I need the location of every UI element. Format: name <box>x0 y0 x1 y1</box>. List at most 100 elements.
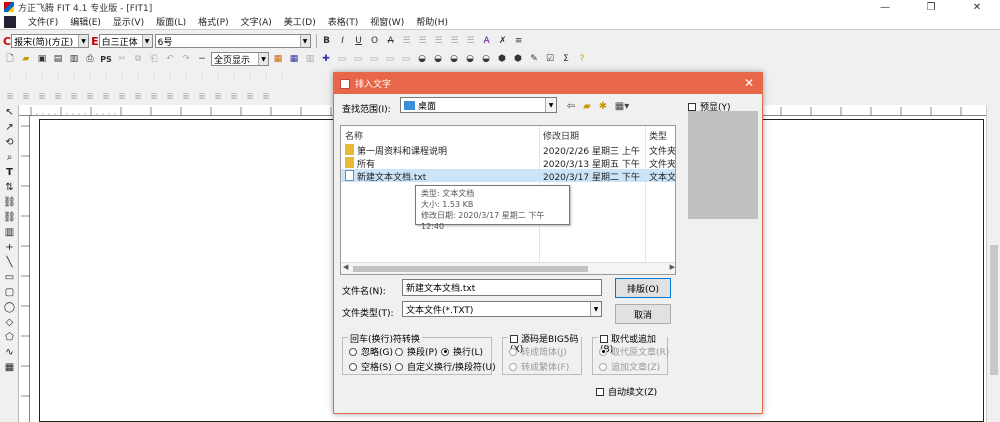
ellipse-tool-icon[interactable]: ◯ <box>0 300 19 315</box>
open-folder-icon[interactable]: ▰ <box>19 52 33 66</box>
layout-ok-button[interactable]: 排版(O) <box>615 278 671 298</box>
bezier-tool-icon[interactable]: ∿ <box>0 345 19 360</box>
redo-icon[interactable]: ↷ <box>179 52 193 66</box>
align-left-icon[interactable]: ☰ <box>400 34 414 48</box>
layout-icon-12[interactable]: ⫶ <box>179 71 193 85</box>
align-center-icon[interactable]: ☰ <box>416 34 430 48</box>
up-folder-icon[interactable]: ▰ <box>580 99 594 113</box>
layout-icon-5[interactable]: ⫶ <box>67 71 81 85</box>
frame-icon-4[interactable]: ▭ <box>383 52 397 66</box>
align-icon-14[interactable]: ≣ <box>211 90 225 104</box>
radio-to-traditional[interactable]: 转成繁体(F) <box>509 360 569 373</box>
preview-checkbox[interactable]: 预显(Y) <box>688 100 731 113</box>
layout-icon-4[interactable]: ⫶ <box>51 71 65 85</box>
radio-ignore[interactable]: 忽略(G) <box>349 345 393 358</box>
text-link-icon[interactable]: ⇅ <box>0 180 19 195</box>
radio-new-paragraph[interactable]: 换段(P) <box>395 345 437 358</box>
layout-icon-14[interactable]: ⫶ <box>211 71 225 85</box>
layout-icon-9[interactable]: ⫶ <box>131 71 145 85</box>
link-tool-icon[interactable]: ⛓ <box>0 195 19 210</box>
layout-icon-16[interactable]: ⫶ <box>243 71 257 85</box>
zoom-select[interactable]: 全页显示 ▼ <box>211 52 269 66</box>
layout-icon-17[interactable]: ⫶ <box>259 71 273 85</box>
file-row-selected[interactable]: 新建文本文档.txt 2020/3/17 星期二 下午 1... 文本文 <box>341 169 675 183</box>
auto-continue-checkbox[interactable]: 自动续文(Z) <box>596 385 657 398</box>
radio-space[interactable]: 空格(S) <box>349 360 392 373</box>
layout-icon-2[interactable]: ⫶ <box>19 71 33 85</box>
document-menu-icon[interactable] <box>4 15 16 28</box>
export-icon[interactable]: ▥ <box>67 52 81 66</box>
block-grid-icon[interactable]: ▦ <box>287 52 301 66</box>
paste-icon[interactable]: ⎗ <box>147 52 161 66</box>
check-icon[interactable]: ☑ <box>543 52 557 66</box>
link-icon-4[interactable]: ◒ <box>463 52 477 66</box>
back-arrow-icon[interactable]: ⇦ <box>564 99 578 113</box>
menu-help[interactable]: 帮助(H) <box>410 15 454 28</box>
diamond-tool-icon[interactable]: ◇ <box>0 315 19 330</box>
menu-edit[interactable]: 编辑(E) <box>64 15 107 28</box>
layout-icon-13[interactable]: ⫶ <box>195 71 209 85</box>
rotate-tool-icon[interactable]: ⟲ <box>0 135 19 150</box>
font-size-select[interactable]: 6号 ▼ <box>154 34 311 48</box>
radio-custom[interactable]: 自定义换行/换段符(U) <box>395 360 496 373</box>
align-icon-7[interactable]: ≣ <box>99 90 113 104</box>
align-icon-6[interactable]: ≣ <box>83 90 97 104</box>
horizontal-scrollbar[interactable]: ◀ ▶ <box>341 262 675 274</box>
maximize-button[interactable]: ❐ <box>908 0 954 14</box>
align-icon-17[interactable]: ≣ <box>259 90 273 104</box>
align-right-icon[interactable]: ☰ <box>432 34 446 48</box>
italic-button[interactable]: I <box>336 34 350 48</box>
scroll-right-icon[interactable]: ▶ <box>670 263 675 271</box>
layout-icon-11[interactable]: ⫶ <box>163 71 177 85</box>
link-icon-5[interactable]: ◒ <box>479 52 493 66</box>
save-icon[interactable]: ▣ <box>35 52 49 66</box>
edit-icon[interactable]: ✎ <box>527 52 541 66</box>
layout-icon-15[interactable]: ⫶ <box>227 71 241 85</box>
look-in-select[interactable]: 桌面 ▼ <box>400 97 557 113</box>
radio-replace-article[interactable]: 取代原文章(R) <box>599 345 669 358</box>
align-icon-10[interactable]: ≣ <box>147 90 161 104</box>
grid-tool-icon[interactable]: ▦ <box>0 360 19 375</box>
menu-window[interactable]: 视窗(W) <box>364 15 410 28</box>
layout-icon-10[interactable]: ⫶ <box>147 71 161 85</box>
import-icon[interactable]: ▤ <box>51 52 65 66</box>
polygon-tool-icon[interactable]: ⬠ <box>0 330 19 345</box>
menu-layout[interactable]: 版面(L) <box>150 15 192 28</box>
file-row[interactable]: 所有 2020/3/13 星期五 下午 1... 文件夹 <box>341 156 675 170</box>
frame-icon-3[interactable]: ▭ <box>367 52 381 66</box>
page-grid-icon[interactable]: ▦ <box>271 52 285 66</box>
vertical-scrollbar[interactable] <box>986 105 1000 422</box>
align-icon-11[interactable]: ≣ <box>163 90 177 104</box>
table-tool-icon[interactable]: ▥ <box>0 225 19 240</box>
layout-icon-6[interactable]: ⫶ <box>83 71 97 85</box>
line-spacing-icon[interactable]: ≡ <box>512 34 526 48</box>
align-icon-4[interactable]: ≣ <box>51 90 65 104</box>
cross-tool-icon[interactable]: + <box>0 240 19 255</box>
frame-icon-1[interactable]: ▭ <box>335 52 349 66</box>
chinese-font-select[interactable]: 报宋(简)(方正) ▼ <box>11 34 90 48</box>
layout-icon-7[interactable]: ⫶ <box>99 71 113 85</box>
align-icon-9[interactable]: ≣ <box>131 90 145 104</box>
new-file-icon[interactable]: 🗋 <box>3 52 17 66</box>
layout-icon-8[interactable]: ⫶ <box>115 71 129 85</box>
scroll-thumb[interactable] <box>990 245 998 375</box>
copy-icon[interactable]: ⧉ <box>131 52 145 66</box>
align-icon-1[interactable]: ≣ <box>3 90 17 104</box>
align-icon-15[interactable]: ≣ <box>227 90 241 104</box>
help-icon[interactable]: ? <box>575 52 589 66</box>
print-icon[interactable]: ⎙ <box>83 52 97 66</box>
underline-button[interactable]: U <box>352 34 366 48</box>
text-color-icon[interactable]: A <box>480 34 494 48</box>
postscript-button[interactable]: PS <box>99 52 113 66</box>
align-icon-3[interactable]: ≣ <box>35 90 49 104</box>
radio-append-article[interactable]: 追加文章(Z) <box>599 360 660 373</box>
strike-button[interactable]: A <box>384 34 398 48</box>
unlink-tool-icon[interactable]: ⛓ <box>0 210 19 225</box>
link-icon-2[interactable]: ◒ <box>431 52 445 66</box>
align-icon-13[interactable]: ≣ <box>195 90 209 104</box>
node-tool-icon[interactable]: ↗ <box>0 120 19 135</box>
shape-icon-2[interactable]: ⬢ <box>511 52 525 66</box>
dialog-close-button[interactable]: ✕ <box>744 76 754 90</box>
file-row[interactable]: 第一周资料和课程说明 2020/2/26 星期三 上午 1... 文件夹 <box>341 143 675 157</box>
minimize-button[interactable]: — <box>862 0 908 14</box>
